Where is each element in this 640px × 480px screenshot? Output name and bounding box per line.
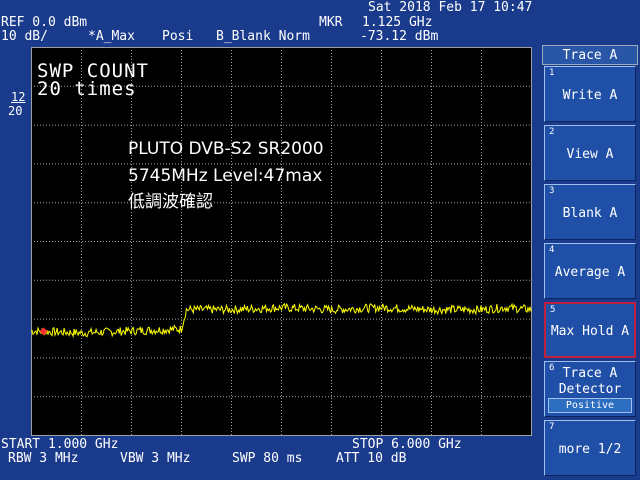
- trace-b-mode: B_Blank Norm: [216, 29, 310, 44]
- note-line-2: 5745MHz Level:47max: [128, 166, 323, 186]
- softkey-number: 2: [549, 127, 555, 137]
- softkey-label: Write A: [562, 88, 618, 103]
- note-line-1: PLUTO DVB-S2 SR2000: [128, 139, 324, 159]
- sweep-count-value: 20 times: [37, 78, 137, 100]
- reference-level: REF 0.0 dBm: [1, 15, 88, 30]
- rbw: RBW 3 MHz: [8, 451, 79, 466]
- marker-label: MKR: [319, 15, 343, 30]
- detector-value: Positive: [548, 398, 632, 413]
- softkey-number: 3: [549, 186, 555, 196]
- softkey-panel: Trace A 1 Write A 2 View A 3 Blank A 4 A…: [542, 43, 638, 480]
- softkey-write-a[interactable]: 1 Write A: [544, 66, 636, 122]
- softkey-label: Max Hold A: [550, 324, 630, 339]
- softkey-number: 7: [549, 422, 555, 432]
- stop-frequency: STOP 6.000 GHz: [352, 437, 462, 452]
- softkey-trace-detector[interactable]: 6 Trace A Detector Positive: [544, 361, 636, 417]
- softkey-label: View A: [566, 147, 614, 162]
- softkey-label: more 1/2: [558, 442, 622, 457]
- vbw: VBW 3 MHz: [120, 451, 191, 466]
- marker-frequency: 1.125 GHz: [362, 15, 433, 30]
- trace-mode: *A_Max: [88, 29, 135, 44]
- side-indicator-bottom: 20: [8, 104, 23, 118]
- softkey-blank-a[interactable]: 3 Blank A: [544, 184, 636, 240]
- side-indicator-top: 12: [11, 90, 26, 104]
- softkey-number: 5: [550, 305, 556, 315]
- softkey-label-line2: Detector: [558, 382, 622, 397]
- softkey-label: Blank A: [562, 206, 618, 221]
- softkey-number: 1: [549, 68, 555, 78]
- softkey-label: Trace A: [562, 366, 618, 381]
- datetime: Sat 2018 Feb 17 10:47: [368, 0, 533, 15]
- softkey-more[interactable]: 7 more 1/2: [544, 420, 636, 476]
- softkey-menu-title: Trace A: [542, 45, 638, 65]
- softkey-view-a[interactable]: 2 View A: [544, 125, 636, 181]
- softkey-max-hold-a[interactable]: 5 Max Hold A: [544, 302, 636, 358]
- spectrum-display: SWP COUNT 20 times PLUTO DVB-S2 SR2000 5…: [31, 47, 532, 436]
- scale-per-div: 10 dB/: [1, 29, 48, 44]
- spectrum-graph: [31, 47, 532, 436]
- detector-mode: Posi: [162, 29, 194, 44]
- sweep-time: SWP 80 ms: [232, 451, 303, 466]
- softkey-label: Average A: [554, 265, 626, 280]
- softkey-average-a[interactable]: 4 Average A: [544, 243, 636, 299]
- note-line-3: 低調波確認: [128, 192, 213, 212]
- attenuation: ATT 10 dB: [336, 451, 407, 466]
- marker-level: -73.12 dBm: [360, 29, 439, 44]
- start-frequency: START 1.000 GHz: [1, 437, 119, 452]
- softkey-number: 4: [549, 245, 555, 255]
